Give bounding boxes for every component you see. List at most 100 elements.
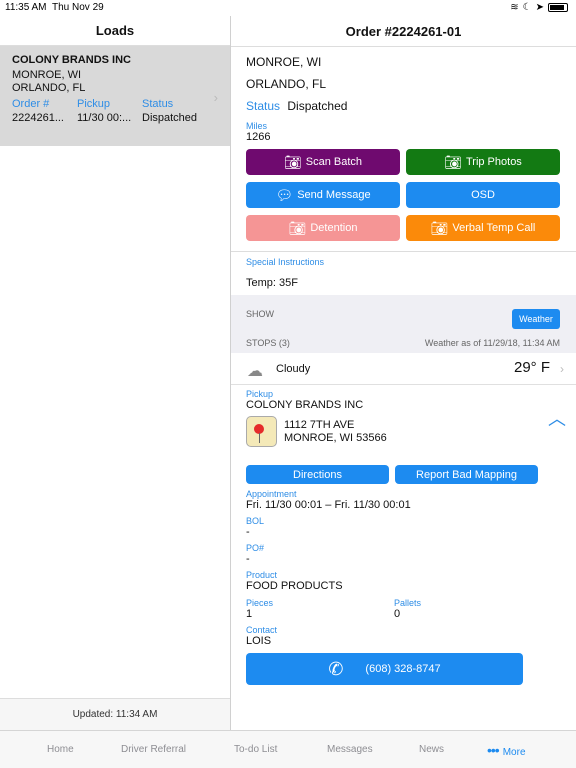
status-value: Dispatched (287, 99, 348, 113)
cloud-icon: ☁ (247, 363, 263, 380)
load-origin: MONROE, WI (12, 69, 82, 81)
special-instructions-label: Special Instructions (246, 257, 325, 267)
status-label: Status (246, 99, 281, 113)
load-pickup-col: Pickup 11/30 00:... (77, 98, 142, 124)
loads-title: Loads (0, 16, 230, 46)
stop-address[interactable]: 1112 7TH AVE MONROE, WI 53566 (246, 416, 561, 447)
load-company: COLONY BRANDS INC (12, 54, 131, 66)
bol-label: BOL (246, 516, 265, 526)
more-dots-icon: ••• (487, 742, 500, 758)
phone-icon: ✆ (328, 658, 344, 679)
weather-as-of: Weather as of 11/29/18, 11:34 AM (424, 338, 560, 348)
detention-label: Detention (310, 222, 358, 234)
tab-more-label: More (502, 747, 526, 758)
status-icons: ≋ ☾ ➤ (510, 2, 568, 13)
contact-value: LOIS (246, 635, 272, 647)
scan-batch-button[interactable]: 📷︎ Scan Batch (246, 149, 400, 175)
verbal-temp-call-label: Verbal Temp Call (452, 222, 536, 234)
show-section: SHOW Weather STOPS (3) Weather as of 11/… (231, 295, 576, 353)
pallets-field: Pallets 0 (394, 598, 542, 620)
camera-icon: 📷︎ (444, 153, 462, 170)
bol-field: BOL - (246, 516, 561, 538)
order-title: Order #2224261-01 (231, 16, 576, 47)
weather-temperature: 29° F (513, 359, 550, 376)
tab-messages[interactable]: Messages (327, 744, 373, 755)
pieces-pallets-row: Pieces 1 Pallets 0 (246, 598, 561, 620)
chevron-right-icon: › (560, 362, 564, 376)
scan-batch-label: Scan Batch (305, 156, 363, 168)
phone-number: (608) 328-8747 (365, 663, 441, 675)
report-bad-mapping-button[interactable]: Report Bad Mapping (395, 465, 538, 484)
pallets-label: Pallets (394, 598, 422, 608)
special-instructions: Special Instructions Temp: 35F (231, 251, 576, 295)
chat-bubbles-icon: 💬︎ (275, 186, 294, 203)
trip-photos-button[interactable]: 📷︎ Trip Photos (406, 149, 560, 175)
chevron-right-icon: › (213, 90, 218, 105)
chevron-up-icon[interactable]: ︿ (548, 405, 566, 431)
wifi-icon: ≋ (510, 2, 519, 13)
tab-more[interactable]: ••• More (487, 742, 526, 758)
appointment-label: Appointment (246, 489, 297, 499)
weather-row[interactable]: ☁ Cloudy 29° F › (231, 353, 576, 385)
load-pickup-value: 11/30 00:... (77, 112, 132, 124)
product-field: Product FOOD PRODUCTS (246, 570, 561, 592)
map-pin-icon[interactable] (246, 416, 277, 447)
osd-button[interactable]: OSD (406, 182, 560, 208)
load-card[interactable]: COLONY BRANDS INC MONROE, WI ORLANDO, FL… (0, 46, 230, 146)
battery-icon (548, 3, 568, 12)
stop-pickup: Pickup COLONY BRANDS INC ︿ 1112 7TH AVE … (231, 385, 576, 647)
load-pickup-label: Pickup (77, 98, 111, 110)
weather-button[interactable]: Weather (512, 309, 560, 329)
directions-button[interactable]: Directions (246, 465, 389, 484)
tab-driver-referral[interactable]: Driver Referral (121, 744, 186, 755)
address-lines: 1112 7TH AVE MONROE, WI 53566 (284, 419, 387, 445)
detention-button[interactable]: 📷︎ Detention (246, 215, 400, 241)
appointment-field: Appointment Fri. 11/30 00:01 – Fri. 11/3… (246, 489, 561, 511)
camera-icon: 📷︎ (283, 153, 302, 170)
trip-photos-label: Trip Photos (465, 156, 522, 168)
status-bar: 11:35 AM Thu Nov 29 ≋ ☾ ➤ (0, 0, 576, 16)
osd-label: OSD (471, 189, 495, 201)
tab-bar: Home Driver Referral To-do List Messages… (0, 730, 576, 768)
tab-to-do-list[interactable]: To-do List (234, 744, 277, 755)
load-order-col: Order # 2224261... (12, 98, 77, 124)
address-line2: MONROE, WI 53566 (284, 431, 387, 444)
tab-home[interactable]: Home (47, 744, 74, 755)
call-contact-button[interactable]: ✆ (608) 328-8747 (246, 653, 523, 685)
camera-icon: 📷︎ (430, 219, 449, 236)
po-field: PO# - (246, 543, 561, 565)
miles-label: Miles (246, 121, 268, 131)
pieces-value: 1 (246, 608, 253, 620)
tab-news[interactable]: News (419, 744, 444, 755)
status-time: 11:35 AM (5, 2, 47, 13)
updated-label: Updated: 11:34 AM (0, 698, 230, 730)
order-status: Status Dispatched (246, 99, 561, 113)
load-order-value: 2224261... (12, 112, 64, 124)
status-date: Thu Nov 29 (52, 2, 104, 13)
product-label: Product (246, 570, 278, 580)
product-value: FOOD PRODUCTS (246, 580, 343, 592)
order-destination: ORLANDO, FL (246, 77, 327, 91)
order-detail-panel: Order #2224261-01 MONROE, WI ORLANDO, FL… (231, 16, 576, 730)
load-destination: ORLANDO, FL (12, 82, 86, 94)
load-details: Order # 2224261... Pickup 11/30 00:... S… (12, 98, 218, 124)
verbal-temp-call-button[interactable]: 📷︎ Verbal Temp Call (406, 215, 560, 241)
contact-label: Contact (246, 625, 278, 635)
send-message-label: Send Message (297, 189, 371, 201)
address-line1: 1112 7TH AVE (284, 418, 355, 431)
special-instructions-value: Temp: 35F (246, 277, 298, 289)
location-icon: ➤ (535, 2, 544, 13)
load-status-label: Status (142, 98, 174, 110)
send-message-button[interactable]: 💬︎ Send Message (246, 182, 400, 208)
moon-icon: ☾ (522, 2, 532, 13)
direction-buttons: Directions Report Bad Mapping (246, 465, 561, 484)
appointment-value: Fri. 11/30 00:01 – Fri. 11/30 00:01 (246, 499, 411, 511)
stop-type-label: Pickup (246, 389, 274, 399)
contact-field: Contact LOIS (246, 625, 561, 647)
stop-company: COLONY BRANDS INC (246, 399, 364, 411)
po-value: - (246, 553, 250, 565)
loads-panel: Loads COLONY BRANDS INC MONROE, WI ORLAN… (0, 16, 231, 730)
stops-label: STOPS (3) (246, 338, 290, 348)
pallets-value: 0 (394, 608, 401, 620)
load-status-col: Status Dispatched (142, 98, 197, 124)
